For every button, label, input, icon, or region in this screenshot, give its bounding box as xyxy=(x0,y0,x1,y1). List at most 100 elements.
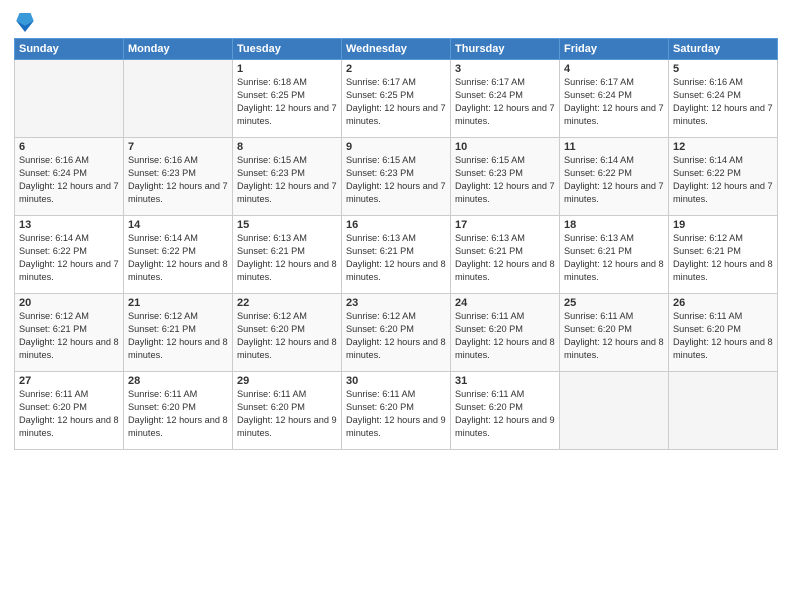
calendar-cell: 22Sunrise: 6:12 AM Sunset: 6:20 PM Dayli… xyxy=(233,294,342,372)
day-number: 25 xyxy=(564,297,664,309)
day-header: Tuesday xyxy=(233,39,342,60)
day-info: Sunrise: 6:11 AM Sunset: 6:20 PM Dayligh… xyxy=(19,388,119,440)
calendar-cell: 20Sunrise: 6:12 AM Sunset: 6:21 PM Dayli… xyxy=(15,294,124,372)
calendar-cell: 25Sunrise: 6:11 AM Sunset: 6:20 PM Dayli… xyxy=(560,294,669,372)
day-info: Sunrise: 6:16 AM Sunset: 6:24 PM Dayligh… xyxy=(673,76,773,128)
day-number: 13 xyxy=(19,219,119,231)
calendar-cell: 26Sunrise: 6:11 AM Sunset: 6:20 PM Dayli… xyxy=(669,294,778,372)
calendar-week: 6Sunrise: 6:16 AM Sunset: 6:24 PM Daylig… xyxy=(15,138,778,216)
day-number: 6 xyxy=(19,141,119,153)
day-info: Sunrise: 6:18 AM Sunset: 6:25 PM Dayligh… xyxy=(237,76,337,128)
day-number: 23 xyxy=(346,297,446,309)
day-number: 18 xyxy=(564,219,664,231)
day-info: Sunrise: 6:12 AM Sunset: 6:21 PM Dayligh… xyxy=(128,310,228,362)
day-number: 16 xyxy=(346,219,446,231)
calendar-week: 20Sunrise: 6:12 AM Sunset: 6:21 PM Dayli… xyxy=(15,294,778,372)
day-info: Sunrise: 6:13 AM Sunset: 6:21 PM Dayligh… xyxy=(346,232,446,284)
day-info: Sunrise: 6:16 AM Sunset: 6:24 PM Dayligh… xyxy=(19,154,119,206)
day-info: Sunrise: 6:11 AM Sunset: 6:20 PM Dayligh… xyxy=(564,310,664,362)
day-number: 29 xyxy=(237,375,337,387)
day-info: Sunrise: 6:14 AM Sunset: 6:22 PM Dayligh… xyxy=(564,154,664,206)
calendar-cell: 12Sunrise: 6:14 AM Sunset: 6:22 PM Dayli… xyxy=(669,138,778,216)
day-info: Sunrise: 6:13 AM Sunset: 6:21 PM Dayligh… xyxy=(455,232,555,284)
day-number: 21 xyxy=(128,297,228,309)
calendar-cell: 6Sunrise: 6:16 AM Sunset: 6:24 PM Daylig… xyxy=(15,138,124,216)
day-number: 1 xyxy=(237,63,337,75)
calendar-cell: 23Sunrise: 6:12 AM Sunset: 6:20 PM Dayli… xyxy=(342,294,451,372)
day-number: 19 xyxy=(673,219,773,231)
calendar-cell: 14Sunrise: 6:14 AM Sunset: 6:22 PM Dayli… xyxy=(124,216,233,294)
day-number: 27 xyxy=(19,375,119,387)
day-number: 3 xyxy=(455,63,555,75)
calendar-cell: 9Sunrise: 6:15 AM Sunset: 6:23 PM Daylig… xyxy=(342,138,451,216)
calendar-cell: 27Sunrise: 6:11 AM Sunset: 6:20 PM Dayli… xyxy=(15,372,124,450)
day-info: Sunrise: 6:16 AM Sunset: 6:23 PM Dayligh… xyxy=(128,154,228,206)
calendar-week: 27Sunrise: 6:11 AM Sunset: 6:20 PM Dayli… xyxy=(15,372,778,450)
day-number: 8 xyxy=(237,141,337,153)
day-info: Sunrise: 6:13 AM Sunset: 6:21 PM Dayligh… xyxy=(237,232,337,284)
day-number: 14 xyxy=(128,219,228,231)
day-info: Sunrise: 6:14 AM Sunset: 6:22 PM Dayligh… xyxy=(19,232,119,284)
calendar-cell: 4Sunrise: 6:17 AM Sunset: 6:24 PM Daylig… xyxy=(560,60,669,138)
day-info: Sunrise: 6:11 AM Sunset: 6:20 PM Dayligh… xyxy=(673,310,773,362)
calendar-week: 13Sunrise: 6:14 AM Sunset: 6:22 PM Dayli… xyxy=(15,216,778,294)
day-info: Sunrise: 6:11 AM Sunset: 6:20 PM Dayligh… xyxy=(455,310,555,362)
day-number: 11 xyxy=(564,141,664,153)
calendar-table: SundayMondayTuesdayWednesdayThursdayFrid… xyxy=(14,38,778,450)
calendar-cell xyxy=(124,60,233,138)
day-number: 9 xyxy=(346,141,446,153)
day-info: Sunrise: 6:12 AM Sunset: 6:21 PM Dayligh… xyxy=(673,232,773,284)
calendar-cell: 8Sunrise: 6:15 AM Sunset: 6:23 PM Daylig… xyxy=(233,138,342,216)
day-info: Sunrise: 6:12 AM Sunset: 6:21 PM Dayligh… xyxy=(19,310,119,362)
day-header: Sunday xyxy=(15,39,124,60)
day-number: 31 xyxy=(455,375,555,387)
day-number: 22 xyxy=(237,297,337,309)
day-info: Sunrise: 6:12 AM Sunset: 6:20 PM Dayligh… xyxy=(346,310,446,362)
day-number: 17 xyxy=(455,219,555,231)
day-header: Monday xyxy=(124,39,233,60)
day-number: 4 xyxy=(564,63,664,75)
day-info: Sunrise: 6:12 AM Sunset: 6:20 PM Dayligh… xyxy=(237,310,337,362)
calendar-cell: 21Sunrise: 6:12 AM Sunset: 6:21 PM Dayli… xyxy=(124,294,233,372)
calendar-cell: 29Sunrise: 6:11 AM Sunset: 6:20 PM Dayli… xyxy=(233,372,342,450)
day-number: 28 xyxy=(128,375,228,387)
day-number: 26 xyxy=(673,297,773,309)
calendar-cell: 16Sunrise: 6:13 AM Sunset: 6:21 PM Dayli… xyxy=(342,216,451,294)
day-number: 20 xyxy=(19,297,119,309)
calendar-cell: 28Sunrise: 6:11 AM Sunset: 6:20 PM Dayli… xyxy=(124,372,233,450)
calendar-cell xyxy=(560,372,669,450)
day-header: Friday xyxy=(560,39,669,60)
header xyxy=(14,10,778,32)
day-info: Sunrise: 6:17 AM Sunset: 6:24 PM Dayligh… xyxy=(564,76,664,128)
day-info: Sunrise: 6:11 AM Sunset: 6:20 PM Dayligh… xyxy=(128,388,228,440)
day-header: Saturday xyxy=(669,39,778,60)
day-info: Sunrise: 6:13 AM Sunset: 6:21 PM Dayligh… xyxy=(564,232,664,284)
day-info: Sunrise: 6:11 AM Sunset: 6:20 PM Dayligh… xyxy=(455,388,555,440)
calendar-cell: 31Sunrise: 6:11 AM Sunset: 6:20 PM Dayli… xyxy=(451,372,560,450)
day-info: Sunrise: 6:14 AM Sunset: 6:22 PM Dayligh… xyxy=(673,154,773,206)
day-info: Sunrise: 6:17 AM Sunset: 6:25 PM Dayligh… xyxy=(346,76,446,128)
day-number: 10 xyxy=(455,141,555,153)
day-info: Sunrise: 6:14 AM Sunset: 6:22 PM Dayligh… xyxy=(128,232,228,284)
calendar-cell: 2Sunrise: 6:17 AM Sunset: 6:25 PM Daylig… xyxy=(342,60,451,138)
day-number: 7 xyxy=(128,141,228,153)
calendar-cell: 19Sunrise: 6:12 AM Sunset: 6:21 PM Dayli… xyxy=(669,216,778,294)
day-info: Sunrise: 6:11 AM Sunset: 6:20 PM Dayligh… xyxy=(346,388,446,440)
calendar-cell: 5Sunrise: 6:16 AM Sunset: 6:24 PM Daylig… xyxy=(669,60,778,138)
day-number: 30 xyxy=(346,375,446,387)
day-number: 2 xyxy=(346,63,446,75)
calendar-cell: 10Sunrise: 6:15 AM Sunset: 6:23 PM Dayli… xyxy=(451,138,560,216)
day-info: Sunrise: 6:15 AM Sunset: 6:23 PM Dayligh… xyxy=(455,154,555,206)
logo xyxy=(14,10,36,32)
calendar-cell: 24Sunrise: 6:11 AM Sunset: 6:20 PM Dayli… xyxy=(451,294,560,372)
day-header: Thursday xyxy=(451,39,560,60)
calendar-cell: 15Sunrise: 6:13 AM Sunset: 6:21 PM Dayli… xyxy=(233,216,342,294)
calendar-cell: 13Sunrise: 6:14 AM Sunset: 6:22 PM Dayli… xyxy=(15,216,124,294)
calendar-cell: 18Sunrise: 6:13 AM Sunset: 6:21 PM Dayli… xyxy=(560,216,669,294)
calendar-cell: 11Sunrise: 6:14 AM Sunset: 6:22 PM Dayli… xyxy=(560,138,669,216)
day-info: Sunrise: 6:15 AM Sunset: 6:23 PM Dayligh… xyxy=(346,154,446,206)
day-number: 12 xyxy=(673,141,773,153)
logo-icon xyxy=(16,10,34,32)
header-row: SundayMondayTuesdayWednesdayThursdayFrid… xyxy=(15,39,778,60)
calendar-cell xyxy=(15,60,124,138)
